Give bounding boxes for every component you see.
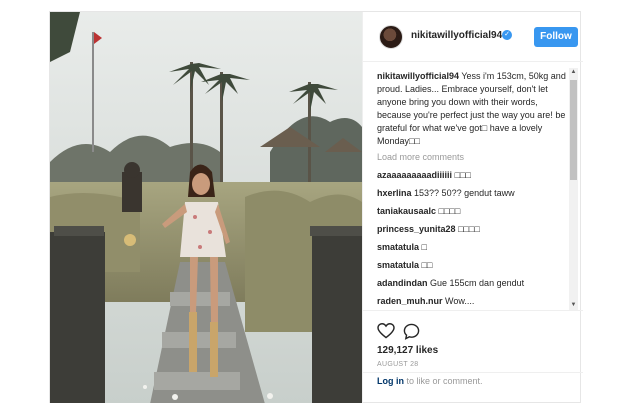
- verified-badge-icon: ✓: [502, 30, 512, 40]
- comment-text: □□: [421, 260, 433, 270]
- post-actions: 129,127 likes AUGUST 28 Log in to like o…: [363, 310, 583, 403]
- comment-rows: azaaaaaaaaadiiiiii □□□ hxerlina 153?? 50?…: [377, 169, 567, 308]
- comment-text: □: [421, 242, 427, 252]
- comment-username[interactable]: taniakausaalc: [377, 206, 436, 216]
- comment-username[interactable]: smatatula: [377, 260, 419, 270]
- comments-scrollbar[interactable]: ▲ ▼: [569, 68, 578, 310]
- follow-button[interactable]: Follow: [534, 27, 578, 47]
- scroll-up-arrow-icon[interactable]: ▲: [569, 68, 578, 77]
- comment-item: taniakausaalc □□□□: [377, 205, 567, 218]
- comment-text: 153?? 50?? gendut taww: [414, 188, 515, 198]
- login-prompt: Log in to like or comment.: [363, 372, 583, 403]
- comment-text: □□□□: [438, 206, 461, 216]
- comment-item: adandindan Gue 155cm dan gendut: [377, 277, 567, 290]
- comment-username[interactable]: raden_muh.nur: [377, 296, 443, 306]
- load-more-comments-link[interactable]: Load more comments: [377, 151, 567, 164]
- login-link[interactable]: Log in: [377, 376, 404, 386]
- comment-icon[interactable]: [403, 323, 420, 340]
- post-date: AUGUST 28: [377, 361, 419, 368]
- comment-text: □□□□: [458, 224, 480, 234]
- post-header: nikitawillyofficial94 ✓ Follow: [363, 12, 583, 62]
- comment-username[interactable]: adandindan: [377, 278, 428, 288]
- caption: nikitawillyofficial94 Yess i'm 153cm, 50…: [377, 70, 567, 148]
- login-prompt-text: to like or comment.: [404, 376, 483, 386]
- heart-icon[interactable]: [377, 323, 395, 339]
- comment-item: smatatula □□: [377, 259, 567, 272]
- post-side-panel: nikitawillyofficial94 ✓ Follow nikitawil…: [362, 12, 583, 403]
- garden-photo-image: [50, 12, 362, 403]
- avatar[interactable]: [379, 25, 403, 49]
- comment-username[interactable]: princess_yunita28: [377, 224, 456, 234]
- comment-text: □□□: [454, 170, 471, 180]
- comment-item: hxerlina 153?? 50?? gendut taww: [377, 187, 567, 200]
- scroll-down-arrow-icon[interactable]: ▼: [569, 301, 578, 310]
- header-username[interactable]: nikitawillyofficial94: [411, 30, 502, 41]
- comment-item: princess_yunita28 □□□□: [377, 223, 567, 236]
- comments-list[interactable]: nikitawillyofficial94 Yess i'm 153cm, 50…: [377, 70, 567, 308]
- caption-text: Yess i'm 153cm, 50kg and proud. Ladies..…: [377, 71, 566, 146]
- likes-count[interactable]: 129,127 likes: [377, 345, 438, 356]
- comment-item: azaaaaaaaaadiiiiii □□□: [377, 169, 567, 182]
- comment-username[interactable]: smatatula: [377, 242, 419, 252]
- caption-username[interactable]: nikitawillyofficial94: [377, 71, 459, 81]
- scroll-thumb[interactable]: [570, 80, 577, 180]
- comment-item: raden_muh.nur Wow....: [377, 295, 567, 308]
- comment-text: Gue 155cm dan gendut: [430, 278, 525, 288]
- comment-username[interactable]: hxerlina: [377, 188, 412, 198]
- comment-item: smatatula □: [377, 241, 567, 254]
- post-photo[interactable]: [50, 12, 362, 403]
- instagram-post: nikitawillyofficial94 ✓ Follow nikitawil…: [49, 11, 583, 403]
- comment-username[interactable]: azaaaaaaaaadiiiiii: [377, 170, 452, 180]
- comment-text: Wow....: [445, 296, 475, 306]
